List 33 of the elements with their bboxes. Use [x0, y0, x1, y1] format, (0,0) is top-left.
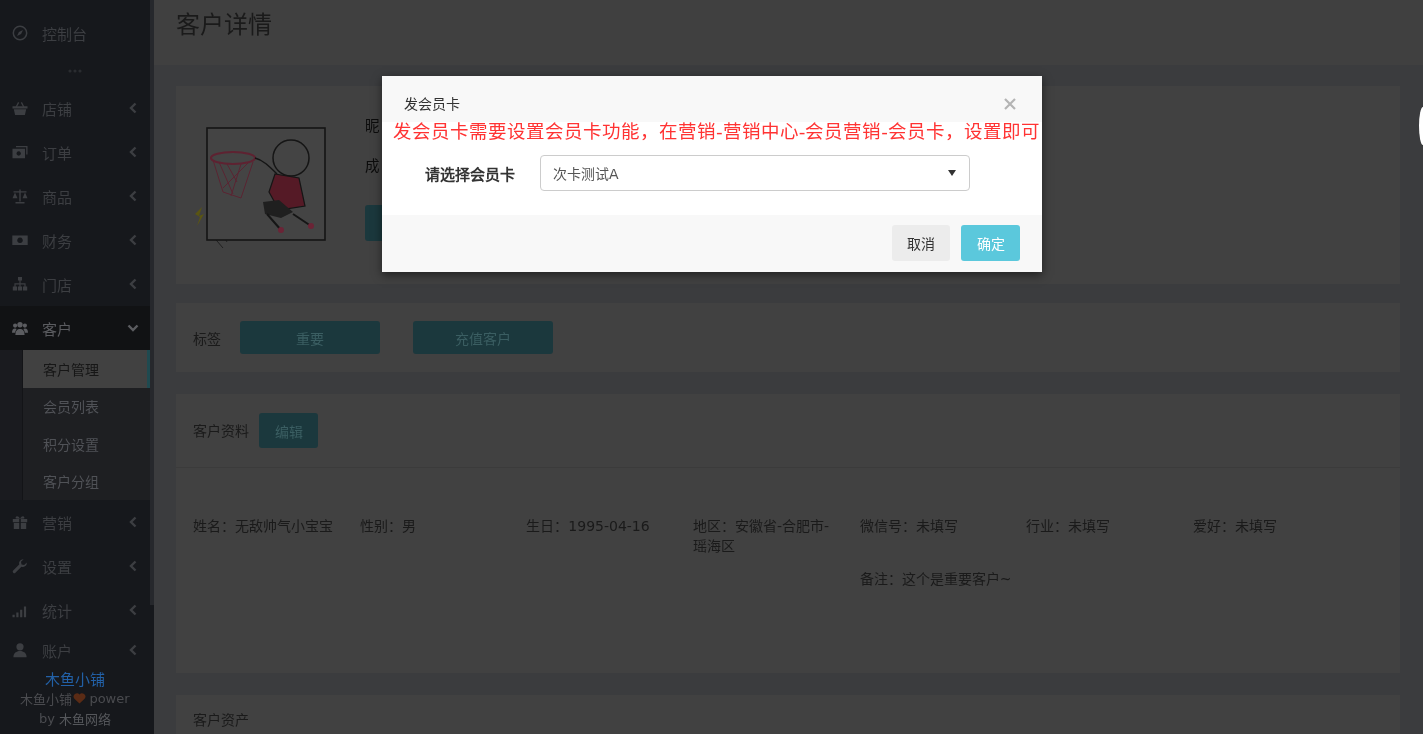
action-button[interactable] — [365, 205, 382, 241]
basket-icon — [12, 100, 28, 116]
compass-icon — [12, 25, 28, 41]
brand-link[interactable]: 木鱼小铺 — [45, 667, 105, 689]
wrench-icon — [12, 558, 28, 574]
field-label: 请选择会员卡 — [425, 164, 516, 184]
chevron-down-icon — [127, 322, 139, 334]
caret-icon — [948, 170, 956, 176]
chevron-left-icon — [127, 278, 139, 290]
heart-icon — [73, 692, 87, 704]
balance-scale-icon — [12, 188, 28, 204]
member-card-select[interactable]: 次卡测试A — [540, 155, 970, 191]
chevron-left-icon — [127, 146, 139, 158]
cash-icon — [12, 144, 28, 160]
chevron-left-icon — [127, 190, 139, 202]
org-chart-icon — [12, 276, 28, 292]
notice-text: 发会员卡需要设置会员卡功能，在营销-营销中心-会员营销-会员卡，设置即可 — [392, 122, 1042, 142]
cancel-button[interactable]: 取消 — [892, 225, 950, 261]
modal-title: 发会员卡 — [404, 95, 460, 114]
gift-icon — [12, 514, 28, 530]
user-icon — [12, 642, 28, 658]
close-icon[interactable] — [1004, 98, 1016, 110]
chevron-left-icon — [127, 102, 139, 114]
chevron-left-icon — [127, 516, 139, 528]
confirm-button[interactable]: 确定 — [961, 225, 1020, 261]
chevron-left-icon — [127, 560, 139, 572]
users-icon — [12, 320, 28, 336]
nav-item[interactable]: 客户 — [0, 306, 150, 350]
company-link[interactable]: 木鱼网络 — [58, 708, 111, 728]
chevron-left-icon — [127, 644, 139, 656]
scrollbar-thumb[interactable] — [150, 0, 154, 605]
chevron-left-icon — [127, 604, 139, 616]
chevron-left-icon — [127, 234, 139, 246]
